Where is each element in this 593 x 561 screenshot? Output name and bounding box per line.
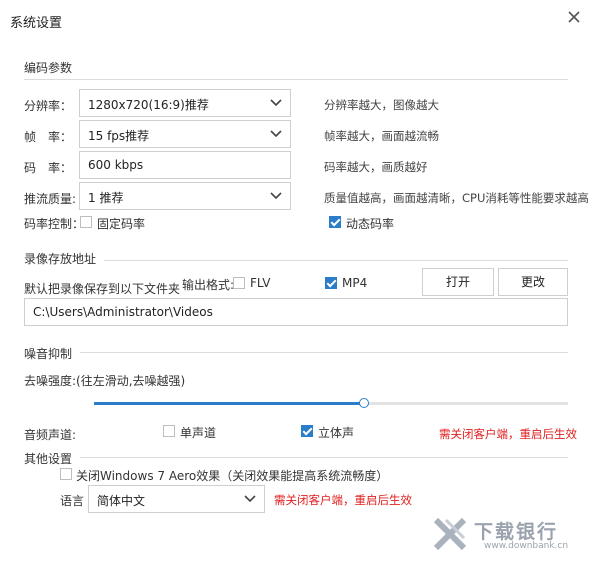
chevron-down-icon xyxy=(270,192,282,200)
audio-restart-note: 需关闭客户端，重启后生效 xyxy=(439,427,577,441)
bitrate-desc: 码率越大，画质越好 xyxy=(324,160,428,174)
resolution-label: 分辨率： xyxy=(24,99,73,113)
quality-select[interactable]: 1 推荐 xyxy=(79,182,291,210)
section-other-title: 其他设置 xyxy=(24,452,73,466)
framerate-desc: 帧率越大，画面越流畅 xyxy=(324,129,439,143)
mono-label: 单声道 xyxy=(180,426,217,440)
mp4-checkbox[interactable] xyxy=(325,277,337,289)
dynamic-bitrate-checkbox[interactable] xyxy=(329,216,341,228)
chevron-down-icon xyxy=(270,99,282,107)
flv-label: FLV xyxy=(250,276,271,290)
watermark-text: 下载银行 xyxy=(474,521,559,543)
flv-checkbox[interactable] xyxy=(233,277,245,289)
record-default-label: 默认把录像保存到以下文件夹 xyxy=(24,282,181,296)
section-noise-title: 噪音抑制 xyxy=(24,347,73,361)
noise-slider-handle[interactable] xyxy=(359,398,370,408)
mono-checkbox[interactable] xyxy=(163,425,175,437)
chevron-down-icon xyxy=(244,495,256,503)
framerate-select[interactable]: 15 fps推荐 xyxy=(79,120,291,148)
mp4-label: MP4 xyxy=(342,276,368,290)
aero-label: 关闭Windows 7 Aero效果（关闭效果能提高系统流畅度） xyxy=(76,469,389,483)
fixed-bitrate-label: 固定码率 xyxy=(97,217,146,231)
noise-slider-fill xyxy=(94,402,365,405)
divider xyxy=(80,352,568,353)
close-icon[interactable] xyxy=(566,9,582,25)
ratecontrol-label: 码率控制： xyxy=(24,217,85,231)
divider xyxy=(80,457,568,458)
resolution-desc: 分辨率越大，图像越大 xyxy=(324,98,439,112)
section-encode-title: 编码参数 xyxy=(24,61,73,75)
aero-checkbox[interactable] xyxy=(60,468,72,480)
format-label: 输出格式: xyxy=(182,278,235,292)
fixed-bitrate-checkbox[interactable] xyxy=(80,216,92,228)
quality-value: 1 推荐 xyxy=(88,191,124,205)
quality-desc: 质量值越高，画面越清晰，CPU消耗等性能要求越高 xyxy=(324,191,589,205)
stereo-checkbox[interactable] xyxy=(301,425,313,437)
resolution-select[interactable]: 1280x720(16:9)推荐 xyxy=(79,89,291,117)
resolution-value: 1280x720(16:9)推荐 xyxy=(88,98,209,112)
dynamic-bitrate-label: 动态码率 xyxy=(346,217,395,231)
record-path-value: C:\Users\Administrator\Videos xyxy=(33,305,213,319)
window-title: 系统设置 xyxy=(10,16,63,31)
audio-channel-label: 音频声道: xyxy=(24,428,77,442)
language-restart-note: 需关闭客户端，重启后生效 xyxy=(274,493,412,507)
open-folder-button[interactable]: 打开 xyxy=(422,268,494,296)
language-select[interactable]: 简体中文 xyxy=(88,485,265,513)
framerate-label: 帧 率： xyxy=(24,130,73,144)
language-label: 语言 xyxy=(60,494,85,508)
bitrate-value: 600 kbps xyxy=(88,158,144,172)
noise-slider-track[interactable] xyxy=(94,402,568,405)
noise-strength-label: 去噪强度:(往左滑动,去噪越强) xyxy=(24,374,186,388)
framerate-value: 15 fps推荐 xyxy=(88,129,150,143)
language-value: 简体中文 xyxy=(97,494,146,508)
section-record-title: 录像存放地址 xyxy=(24,252,97,266)
quality-label: 推流质量: xyxy=(24,192,77,206)
bitrate-label: 码 率： xyxy=(24,161,73,175)
watermark-url: www.downbank.cn xyxy=(484,541,569,551)
watermark-logo-icon xyxy=(433,517,467,551)
chevron-down-icon xyxy=(270,130,282,138)
bitrate-input[interactable]: 600 kbps xyxy=(79,151,291,179)
divider xyxy=(104,260,568,261)
record-path-field[interactable]: C:\Users\Administrator\Videos xyxy=(24,298,568,326)
stereo-label: 立体声 xyxy=(318,426,355,440)
change-folder-button[interactable]: 更改 xyxy=(498,268,568,296)
divider xyxy=(24,79,568,80)
